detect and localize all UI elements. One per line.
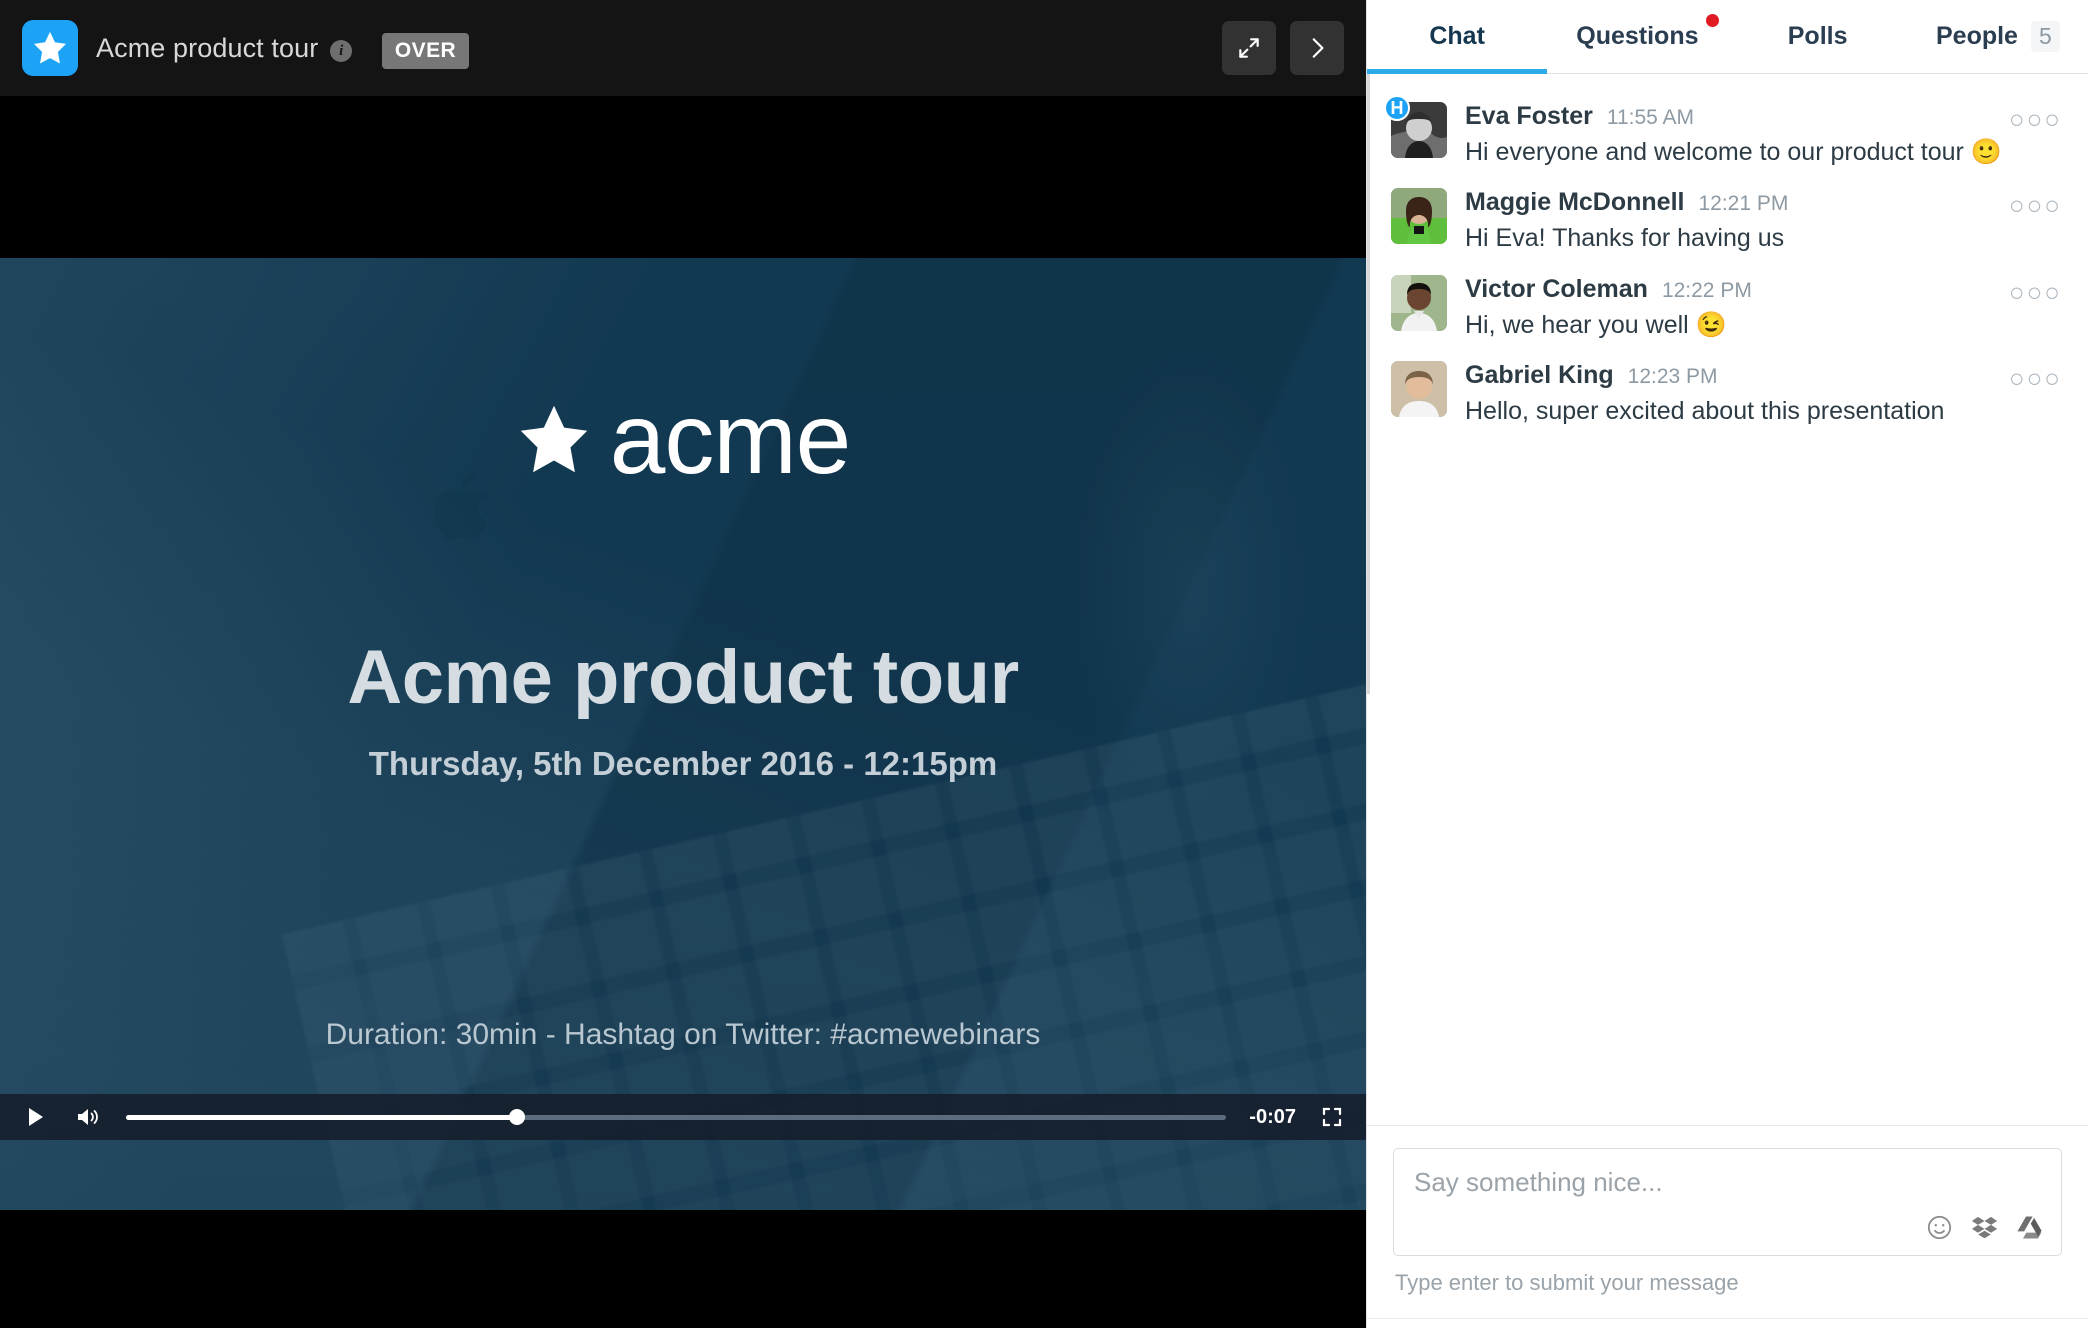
chat-message-text-body: Hello, super excited about this presenta… (1465, 396, 1945, 425)
star-icon (516, 401, 592, 477)
chat-panel: Chat Questions Polls People 5 H Eva Fost… (1366, 0, 2088, 1328)
tab-chat-label: Chat (1429, 22, 1485, 50)
tab-polls-label: Polls (1787, 22, 1848, 50)
google-drive-icon[interactable] (2016, 1214, 2043, 1241)
chat-message-body: Victor Coleman 12:22 PM Hi, we hear you … (1465, 275, 2060, 341)
chat-message-header: Gabriel King 12:23 PM (1465, 361, 2060, 390)
chat-message-text: Hi, we hear you well 😉 (1465, 310, 2060, 341)
time-remaining: -0:07 (1249, 1105, 1296, 1128)
expand-diagonal-icon[interactable] (1222, 21, 1276, 75)
stage-header: Acme product tour i OVER (0, 0, 1366, 96)
video-player[interactable]: acme Acme product tour Thursday, 5th Dec… (0, 96, 1366, 1328)
chat-message-time: 12:23 PM (1627, 364, 1718, 388)
video-controls: -0:07 (0, 1094, 1366, 1140)
slide-content: acme Acme product tour Thursday, 5th Dec… (0, 258, 1366, 1210)
video-stage: Acme product tour i OVER acme Acme produ… (0, 0, 1366, 1328)
chat-message-text: Hi Eva! Thanks for having us (1465, 223, 2060, 254)
avatar-wrap: H (1384, 95, 1447, 168)
tab-people-label: People (1935, 22, 2018, 50)
video-progress-slider[interactable] (126, 1094, 1226, 1140)
people-count-badge: 5 (2030, 21, 2060, 52)
chat-message-text: Hi everyone and welcome to our product t… (1465, 137, 2060, 168)
avatar-wrap (1391, 360, 1447, 427)
stage-title: Acme product tour i OVER (96, 32, 470, 69)
chat-message-text-body: Hi, we hear you well (1465, 310, 1689, 339)
chat-message-body: Maggie McDonnell 12:21 PM Hi Eva! Thanks… (1465, 188, 2060, 254)
chat-message: Maggie McDonnell 12:21 PM Hi Eva! Thanks… (1367, 178, 2088, 264)
chat-message-header: Maggie McDonnell 12:21 PM (1465, 188, 2060, 217)
chat-message-time: 12:21 PM (1698, 192, 1789, 216)
dropbox-icon[interactable] (1971, 1214, 1998, 1241)
chat-message-text-body: Hi everyone and welcome to our product t… (1465, 138, 1964, 166)
webinar-app: Acme product tour i OVER acme Acme produ… (0, 0, 2088, 1328)
chat-message-emoji: 😉 (1695, 310, 1727, 339)
chat-message: Gabriel King 12:23 PM Hello, super excit… (1367, 351, 2088, 437)
progress-played (126, 1114, 517, 1120)
chat-message: Victor Coleman 12:22 PM Hi, we hear you … (1367, 265, 2088, 351)
tab-chat[interactable]: Chat (1367, 0, 1548, 74)
chat-message-time: 12:22 PM (1661, 278, 1752, 302)
more-options-icon[interactable]: ○○○ (2009, 106, 2062, 132)
composer-box[interactable] (1393, 1148, 2062, 1256)
slide-title: Acme product tour (347, 635, 1019, 720)
volume-icon[interactable] (66, 1094, 110, 1140)
more-options-icon[interactable]: ○○○ (2009, 279, 2062, 305)
panel-footer (1367, 1318, 2088, 1328)
chat-message-header: Victor Coleman 12:22 PM (1465, 275, 2060, 304)
chat-message-author: Eva Foster (1465, 102, 1593, 130)
chat-message-text-body: Hi Eva! Thanks for having us (1465, 224, 1785, 253)
tab-people[interactable]: People 5 (1908, 0, 2088, 73)
chat-composer: Type enter to submit your message (1367, 1125, 2088, 1318)
composer-hint: Type enter to submit your message (1395, 1270, 1739, 1295)
message-input[interactable] (1414, 1167, 2041, 1198)
tab-questions[interactable]: Questions (1547, 0, 1727, 73)
tab-questions-label: Questions (1576, 22, 1699, 50)
more-options-icon[interactable]: ○○○ (2009, 192, 2062, 218)
composer-actions (1926, 1214, 2043, 1241)
emoji-smiley-icon[interactable] (1926, 1214, 1953, 1241)
avatar (1391, 188, 1447, 245)
stage-header-actions (1222, 21, 1344, 75)
play-icon[interactable] (14, 1094, 58, 1140)
acme-logo: acme (516, 383, 852, 495)
panel-tabs: Chat Questions Polls People 5 (1367, 0, 2088, 74)
more-options-icon[interactable]: ○○○ (2009, 365, 2062, 391)
host-badge: H (1384, 95, 1410, 121)
chat-message-author: Maggie McDonnell (1465, 188, 1685, 217)
brand-star-icon (22, 20, 78, 76)
tab-polls[interactable]: Polls (1728, 0, 1908, 73)
presentation-slide: acme Acme product tour Thursday, 5th Dec… (0, 258, 1366, 1210)
chat-message-body: Eva Foster 11:55 AM Hi everyone and welc… (1465, 102, 2060, 168)
chat-message-author: Victor Coleman (1465, 274, 1648, 303)
progress-knob[interactable] (508, 1109, 525, 1125)
acme-logo-wordmark: acme (609, 383, 852, 495)
stage-title-text: Acme product tour (96, 32, 319, 63)
chat-message-list[interactable]: H Eva Foster 11:55 AM Hi everyone and we… (1367, 74, 2088, 1125)
chat-message-emoji: 🙂 (1970, 138, 2002, 166)
chat-message-header: Eva Foster 11:55 AM (1465, 102, 2060, 131)
fullscreen-icon[interactable] (1312, 1094, 1352, 1140)
chat-message: H Eva Foster 11:55 AM Hi everyone and we… (1367, 92, 2088, 178)
chat-message-text: Hello, super excited about this presenta… (1465, 396, 2060, 427)
avatar (1391, 360, 1447, 417)
avatar-wrap (1391, 274, 1447, 341)
chevron-right-icon[interactable] (1290, 21, 1344, 75)
chat-message-author: Gabriel King (1465, 360, 1614, 389)
avatar-wrap (1391, 188, 1447, 254)
slide-footnote: Duration: 30min - Hashtag on Twitter: #a… (325, 1018, 1041, 1051)
chat-message-body: Gabriel King 12:23 PM Hello, super excit… (1465, 361, 2060, 427)
questions-notification-dot (1705, 14, 1719, 27)
avatar (1391, 274, 1447, 331)
info-icon[interactable]: i (330, 40, 353, 62)
chat-message-time: 11:55 AM (1606, 106, 1695, 129)
slide-date: Thursday, 5th December 2016 - 12:15pm (368, 745, 998, 782)
status-badge: OVER (381, 32, 470, 69)
